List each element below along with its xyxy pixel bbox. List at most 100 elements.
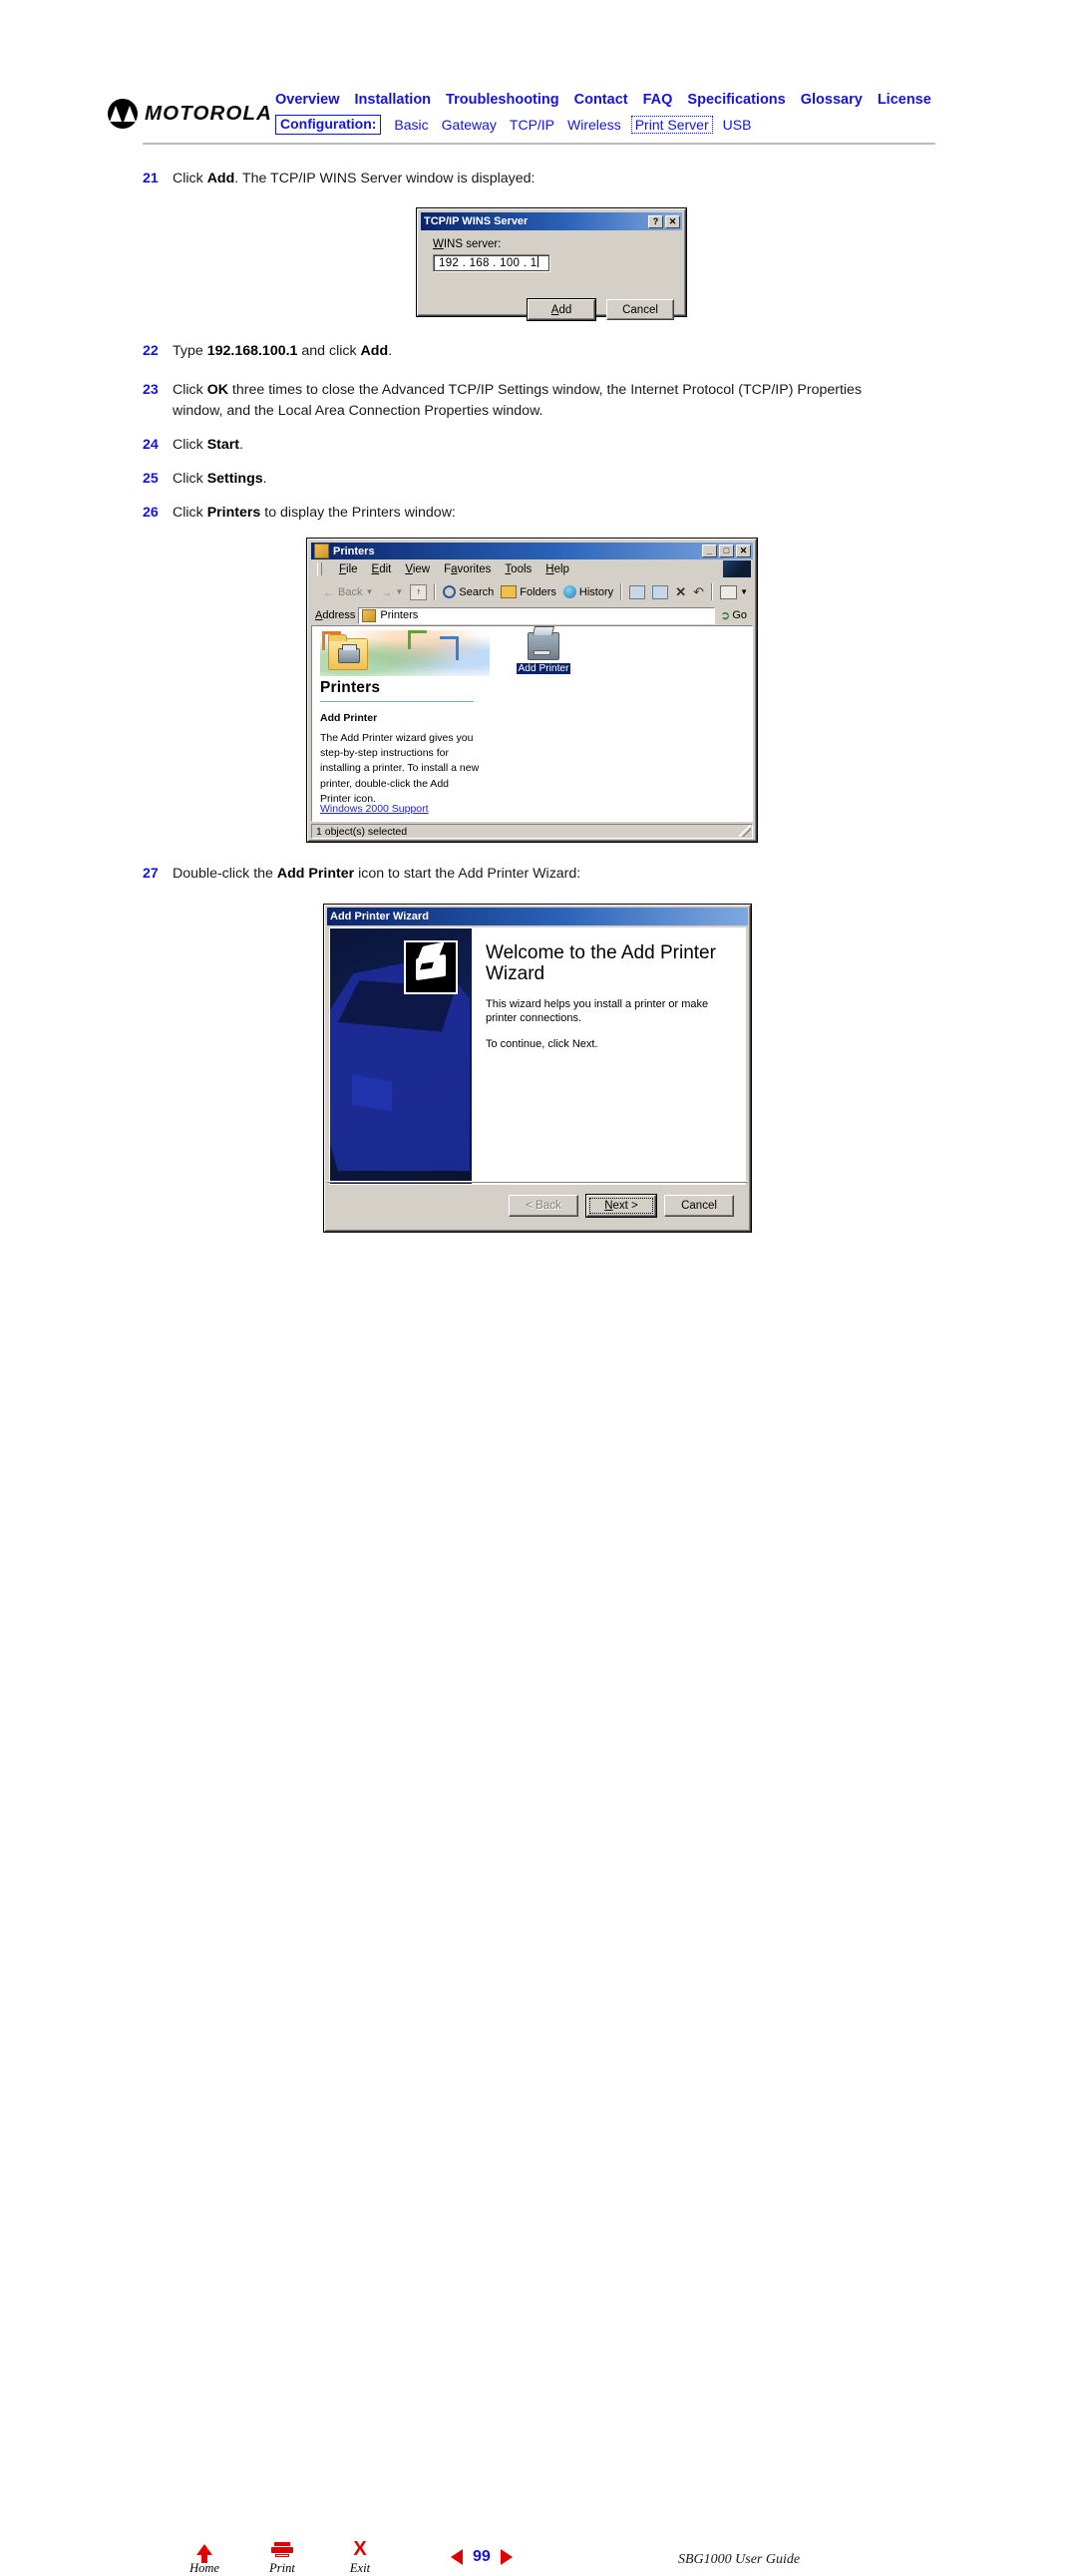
add-printer-label: Add Printer <box>516 663 571 674</box>
nav-basic[interactable]: Basic <box>394 117 428 133</box>
windows-support-link[interactable]: Windows 2000 Support <box>320 803 429 815</box>
step-22-text: Type 192.168.100.1 and click Add. <box>173 343 393 359</box>
home-button[interactable]: Home <box>184 2538 224 2576</box>
nav-license[interactable]: License <box>878 92 931 108</box>
search-button[interactable]: Search <box>443 585 494 598</box>
move-to-icon <box>629 584 646 599</box>
step-23-text: Click OK three times to close the Advanc… <box>173 382 863 420</box>
move-to-button[interactable] <box>629 584 646 599</box>
menu-file[interactable]: File <box>339 563 358 575</box>
exit-button[interactable]: X Exit <box>340 2538 380 2576</box>
wizard-text-panel: Welcome to the Add Printer Wizard This w… <box>472 928 745 1184</box>
printers-window-title: Printers <box>333 545 375 557</box>
page-header: MOTOROLA Overview Installation Troublesh… <box>0 0 1077 145</box>
delete-x-icon: ✕ <box>675 583 687 599</box>
undo-button[interactable]: ↶ <box>693 584 704 600</box>
address-folder-icon <box>362 608 377 622</box>
configuration-label: Configuration: <box>275 115 382 135</box>
menubar-grip[interactable] <box>317 562 322 575</box>
menu-tools[interactable]: Tools <box>505 563 532 575</box>
panel-description: The Add Printer wizard gives you step-by… <box>320 732 480 805</box>
wizard-frame: Add Printer Wizard Welcome to the Add Pr… <box>324 905 751 1232</box>
nav-glossary[interactable]: Glossary <box>801 92 863 108</box>
go-button[interactable]: ➲ Go <box>718 608 749 622</box>
arrow-right-icon: → <box>380 584 393 599</box>
wins-server-input[interactable]: 192 . 168 . 100 . 1 <box>433 254 550 272</box>
nav-usb[interactable]: USB <box>723 117 752 133</box>
wizard-back-button[interactable]: < Back <box>509 1194 578 1217</box>
wizard-content: Welcome to the Add Printer Wizard This w… <box>329 927 746 1185</box>
close-x-icon: X <box>353 2538 367 2560</box>
mini-printer-icon <box>338 644 360 663</box>
nav-installation[interactable]: Installation <box>355 92 432 108</box>
exit-label: Exit <box>349 2561 371 2575</box>
up-button[interactable]: ↑ <box>410 583 428 600</box>
add-button[interactable]: Add <box>527 298 596 321</box>
address-label: Address <box>315 609 356 621</box>
nav-specifications[interactable]: Specifications <box>687 92 785 108</box>
printers-toolbar: ← Back ▼ → ▼ ↑ Search Folders History ✕ … <box>311 579 753 605</box>
menu-edit[interactable]: Edit <box>372 563 392 575</box>
go-arrow-icon: ➲ <box>720 608 731 622</box>
wizard-paragraph-1: This wizard helps you install a printer … <box>486 997 709 1025</box>
wizard-cancel-button[interactable]: Cancel <box>664 1194 734 1217</box>
address-input[interactable]: Printers <box>358 606 716 624</box>
wizard-titlebar: Add Printer Wizard <box>327 908 748 925</box>
print-label: Print <box>269 2561 295 2575</box>
printer-icon <box>528 632 559 660</box>
folders-icon <box>501 585 518 598</box>
nav-contact[interactable]: Contact <box>574 92 628 108</box>
nav-tcpip[interactable]: TCP/IP <box>510 117 554 133</box>
back-button[interactable]: ← Back ▼ <box>323 585 373 599</box>
print-button[interactable]: Print <box>262 2538 302 2576</box>
nav-print-server[interactable]: Print Server <box>630 115 713 134</box>
primary-nav: Overview Installation Troubleshooting Co… <box>275 92 931 108</box>
page-number: 99 <box>473 2548 491 2565</box>
wizard-inner: Add Printer Wizard Welcome to the Add Pr… <box>325 906 750 1231</box>
printers-info-panel: Printers Add Printer The Add Printer wiz… <box>312 626 490 821</box>
step-21: 21 Click Add. The TCP/IP WINS Server win… <box>143 169 930 189</box>
resize-grip[interactable] <box>739 825 751 837</box>
nav-overview[interactable]: Overview <box>275 92 340 108</box>
header-divider <box>143 143 935 145</box>
close-icon[interactable]: ✕ <box>736 545 751 557</box>
maximize-icon[interactable]: □ <box>719 545 734 557</box>
minimize-icon[interactable]: _ <box>702 545 717 557</box>
wizard-main: Welcome to the Add Printer Wizard This w… <box>327 925 748 1229</box>
help-button[interactable]: ? <box>648 214 663 228</box>
nav-faq[interactable]: FAQ <box>643 92 673 108</box>
add-printer-item[interactable]: Add Printer <box>512 632 575 674</box>
wins-dialog-titlebar: TCP/IP WINS Server ? ✕ <box>421 212 682 230</box>
close-icon[interactable]: ✕ <box>665 214 680 228</box>
panel-heading: Printers <box>320 679 381 696</box>
wins-dialog-body: WINS server: 192 . 168 . 100 . 1 Add Can… <box>421 230 682 330</box>
nav-troubleshooting[interactable]: Troubleshooting <box>446 92 559 108</box>
wins-dialog-frame: TCP/IP WINS Server ? ✕ WINS server: 192 … <box>417 208 686 321</box>
windows-logo-icon <box>723 560 751 577</box>
nav-wireless[interactable]: Wireless <box>567 117 621 133</box>
previous-page-icon[interactable] <box>451 2549 463 2565</box>
wizard-banner-image <box>330 928 472 1184</box>
printers-window-inner: Printers _ □ ✕ File Edit View Favorites … <box>308 540 756 841</box>
views-button[interactable]: ▼ <box>720 584 748 599</box>
toolbar-separator-2 <box>620 583 623 600</box>
step-27-number: 27 <box>143 866 159 882</box>
menu-help[interactable]: Help <box>545 563 569 575</box>
views-icon <box>720 584 738 599</box>
undo-icon: ↶ <box>693 583 705 599</box>
history-button[interactable]: History <box>562 585 613 598</box>
step-23-number: 23 <box>143 382 159 398</box>
wizard-next-button[interactable]: Next > <box>585 1193 657 1218</box>
tcpip-wins-server-dialog: TCP/IP WINS Server ? ✕ WINS server: 192 … <box>416 207 687 321</box>
nav-gateway[interactable]: Gateway <box>442 117 497 133</box>
wizard-title: Add Printer Wizard <box>330 911 429 922</box>
step-21-text: Click Add. The TCP/IP WINS Server window… <box>173 171 536 186</box>
forward-button[interactable]: → ▼ <box>380 585 403 599</box>
menu-view[interactable]: View <box>405 563 430 575</box>
delete-button[interactable]: ✕ <box>675 584 686 600</box>
cancel-button[interactable]: Cancel <box>606 299 674 320</box>
next-page-icon[interactable] <box>500 2549 513 2565</box>
folders-button[interactable]: Folders <box>501 585 556 598</box>
copy-to-button[interactable] <box>652 584 669 599</box>
menu-favorites[interactable]: Favorites <box>444 563 491 575</box>
